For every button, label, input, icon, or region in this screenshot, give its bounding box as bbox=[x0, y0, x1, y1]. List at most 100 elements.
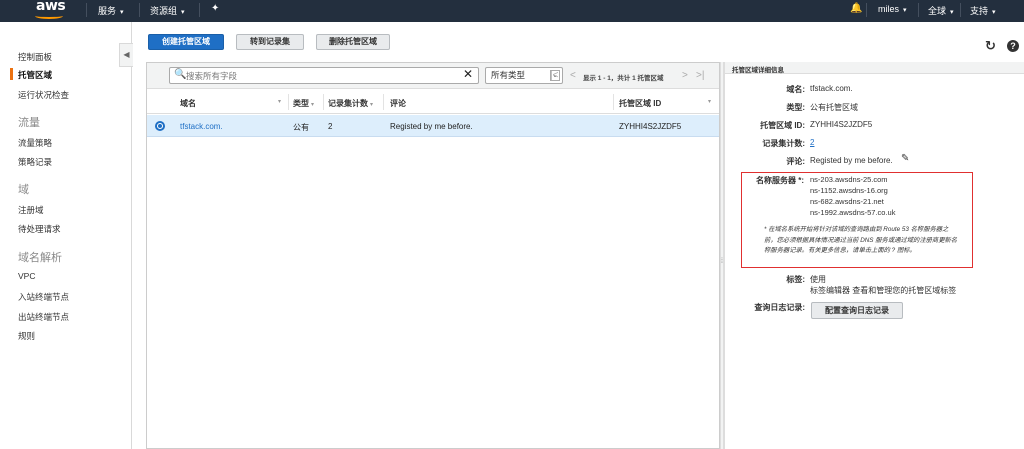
first-page-icon[interactable]: |< bbox=[550, 70, 558, 81]
sidebar-section-domains: 域 bbox=[18, 184, 29, 196]
collapse-sidebar-button[interactable]: ◀ bbox=[119, 43, 133, 67]
configure-query-logging-button[interactable]: 配置查询日志记录 bbox=[811, 302, 903, 319]
services-menu[interactable]: 服务 ▾ bbox=[98, 4, 124, 17]
cell-zone-id: ZYHHI4S2JZDF5 bbox=[619, 122, 682, 131]
record-count-link[interactable]: 2 bbox=[810, 138, 814, 147]
zone-id-value: ZYHHI4S2JZDF5 bbox=[810, 120, 873, 129]
sidebar-item-outbound-endpoints[interactable]: 出站终端节点 bbox=[18, 311, 69, 323]
search-field[interactable]: 🔍 ✕ bbox=[169, 67, 479, 84]
query-logging-label: 查询日志记录: bbox=[754, 303, 805, 312]
sort-icon[interactable]: ▾ bbox=[278, 98, 281, 105]
sidebar-item-pending-requests[interactable]: 待处理请求 bbox=[18, 223, 61, 235]
nav-divider bbox=[918, 3, 919, 17]
column-header-zone-id[interactable]: 托管区域 ID bbox=[619, 98, 661, 109]
bell-icon[interactable]: 🔔 bbox=[850, 3, 862, 14]
table-filter-bar: 🔍 ✕ 所有类型 ⌄ |< < 显示 1 - 1，共计 1 托管区域 > >| bbox=[147, 63, 719, 89]
pagination-text: 显示 1 - 1，共计 1 托管区域 bbox=[583, 75, 664, 82]
domain-link[interactable]: tfstack.com. bbox=[180, 122, 223, 131]
column-header-type[interactable]: 类型 ▾ bbox=[293, 98, 314, 109]
sidebar-section-traffic: 流量 bbox=[18, 117, 40, 129]
column-divider bbox=[288, 94, 289, 110]
user-menu[interactable]: miles ▾ bbox=[878, 4, 907, 14]
nav-divider bbox=[86, 3, 87, 17]
sort-icon[interactable]: ▾ bbox=[708, 98, 711, 105]
sidebar-item-dashboard[interactable]: 控制面板 bbox=[18, 51, 52, 63]
sidebar-item-inbound-endpoints[interactable]: 入站终端节点 bbox=[18, 291, 69, 303]
nav-divider bbox=[866, 3, 867, 17]
create-hosted-zone-button[interactable]: 创建托管区域 bbox=[148, 34, 224, 50]
cell-record-count: 2 bbox=[328, 122, 333, 131]
drag-handle-icon: ⁞ bbox=[721, 258, 723, 265]
sidebar: 控制面板 托管区域 运行状况检查 流量 流量策略 策略记录 域 注册域 待处理请… bbox=[0, 22, 132, 449]
search-input[interactable] bbox=[186, 70, 316, 82]
zone-id-label: 托管区域 ID: bbox=[760, 121, 805, 130]
sidebar-item-traffic-policies[interactable]: 流量策略 bbox=[18, 137, 52, 149]
name-servers-note: * 在域名系统开始将针对该域的查询路由到 Route 53 名称服务器之前，您必… bbox=[764, 226, 958, 254]
record-count-label: 记录集计数: bbox=[762, 139, 805, 148]
name-server-item: ns-203.awsdns-25.com bbox=[810, 175, 888, 184]
tags-value: 使用 bbox=[810, 275, 826, 284]
tags-label: 标签: bbox=[786, 275, 805, 284]
column-header-comment[interactable]: 评论 bbox=[390, 98, 406, 109]
chevron-down-icon: ▾ bbox=[992, 9, 996, 16]
details-title: 托管区域详细信息 bbox=[732, 67, 784, 74]
sort-icon: ▾ bbox=[311, 102, 315, 108]
aws-smile-icon bbox=[35, 13, 63, 19]
nav-divider bbox=[960, 3, 961, 17]
delete-hosted-zone-button[interactable]: 删除托管区域 bbox=[316, 34, 390, 50]
region-menu[interactable]: 全球 ▾ bbox=[928, 4, 954, 17]
sidebar-item-policy-records[interactable]: 策略记录 bbox=[18, 156, 52, 168]
sort-icon: ▾ bbox=[370, 102, 374, 108]
sidebar-section-resolver: 域名解析 bbox=[18, 252, 62, 264]
aws-logo[interactable]: aws bbox=[34, 0, 66, 22]
column-divider bbox=[323, 94, 324, 110]
column-header-record-count[interactable]: 记录集计数 ▾ bbox=[328, 98, 373, 109]
details-header: 托管区域详细信息 bbox=[725, 62, 1024, 74]
tag-editor-link[interactable]: 标签编辑器 查看和管理您的托管区域标签 bbox=[810, 285, 956, 296]
top-navigation-bar: aws 服务 ▾ 资源组 ▾ ✦ 🔔 miles ▾ 全球 ▾ 支持 ▾ bbox=[0, 0, 1024, 22]
next-page-icon[interactable]: > bbox=[682, 70, 688, 81]
goto-record-sets-button[interactable]: 转到记录集 bbox=[236, 34, 304, 50]
chevron-down-icon: ▾ bbox=[181, 9, 185, 16]
cell-type: 公有 bbox=[293, 123, 309, 132]
edit-pencil-icon[interactable]: ✎ bbox=[901, 153, 909, 164]
type-label: 类型: bbox=[786, 103, 805, 112]
domain-label: 域名: bbox=[786, 85, 805, 94]
chevron-down-icon: ▾ bbox=[950, 9, 954, 16]
column-divider bbox=[613, 94, 614, 110]
column-divider bbox=[383, 94, 384, 110]
name-servers-box: 名称服务器 *: ns-203.awsdns-25.com ns-1152.aw… bbox=[741, 172, 973, 268]
nav-divider bbox=[139, 3, 140, 17]
help-icon[interactable]: ? bbox=[1007, 40, 1019, 52]
comment-value: Registed by me before. bbox=[810, 156, 893, 165]
cell-comment: Registed by me before. bbox=[390, 122, 473, 131]
sidebar-item-health-checks[interactable]: 运行状况检查 bbox=[18, 89, 69, 101]
sidebar-item-registered-domains[interactable]: 注册域 bbox=[18, 204, 44, 216]
sidebar-active-indicator bbox=[10, 68, 13, 80]
pin-icon[interactable]: ✦ bbox=[211, 3, 219, 14]
support-menu[interactable]: 支持 ▾ bbox=[970, 4, 996, 17]
name-server-item: ns-1152.awsdns-16.org bbox=[810, 186, 888, 195]
resource-groups-menu[interactable]: 资源组 ▾ bbox=[150, 4, 185, 17]
table-row[interactable]: tfstack.com. 公有 2 Registed by me before.… bbox=[147, 115, 719, 137]
clear-icon[interactable]: ✕ bbox=[463, 67, 473, 81]
chevron-down-icon: ▾ bbox=[120, 9, 124, 16]
last-page-icon[interactable]: >| bbox=[696, 70, 704, 81]
sidebar-item-vpc[interactable]: VPC bbox=[18, 271, 35, 281]
refresh-icon[interactable]: ↻ bbox=[985, 38, 996, 54]
name-servers-label: 名称服务器 *: bbox=[756, 176, 804, 185]
name-server-item: ns-1992.awsdns-57.co.uk bbox=[810, 208, 896, 217]
search-icon: 🔍 bbox=[174, 69, 187, 80]
hosted-zone-details-panel: 托管区域详细信息 域名: tfstack.com. 类型: 公有托管区域 托管区… bbox=[724, 62, 1024, 449]
column-header-domain[interactable]: 域名 bbox=[180, 98, 196, 109]
row-select-radio[interactable] bbox=[155, 121, 165, 131]
comment-label: 评论: bbox=[786, 157, 805, 166]
name-server-item: ns-682.awsdns-21.net bbox=[810, 197, 884, 206]
chevron-down-icon: ▾ bbox=[903, 7, 907, 14]
chevron-left-icon: ◀ bbox=[123, 50, 130, 59]
sidebar-item-hosted-zones[interactable]: 托管区域 bbox=[18, 69, 52, 81]
prev-page-icon[interactable]: < bbox=[570, 70, 576, 81]
type-value: 公有托管区域 bbox=[810, 103, 858, 112]
hosted-zones-table: 🔍 ✕ 所有类型 ⌄ |< < 显示 1 - 1，共计 1 托管区域 > >| … bbox=[146, 62, 720, 449]
sidebar-item-rules[interactable]: 规则 bbox=[18, 330, 35, 342]
